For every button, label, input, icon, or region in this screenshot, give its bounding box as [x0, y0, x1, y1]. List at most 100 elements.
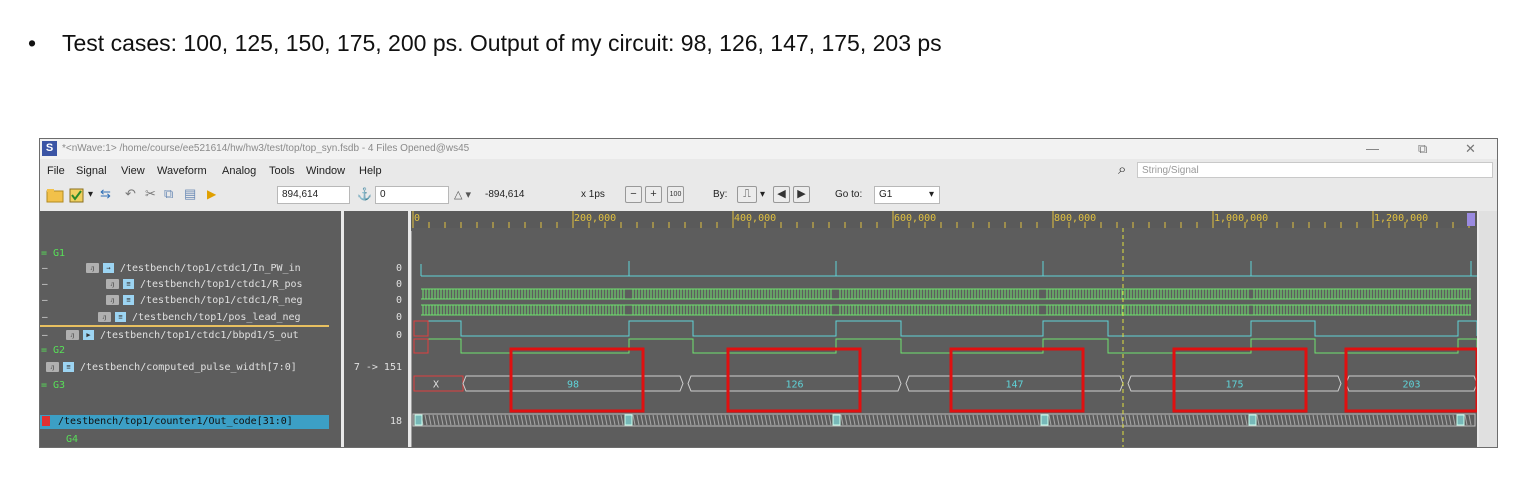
pointer-icon[interactable]: ▶ [207, 187, 216, 201]
out-code-transition [544, 414, 548, 426]
chevron-down-icon: ▾ [928, 189, 934, 200]
out-code-marker [1248, 414, 1257, 426]
menu-view[interactable]: View [121, 165, 145, 177]
out-code-transition [704, 414, 708, 426]
menu-signal[interactable]: Signal [76, 165, 107, 177]
out-code-marker [624, 414, 633, 426]
out-code-transition [1340, 414, 1344, 426]
cut-icon[interactable]: ✂ [145, 186, 156, 202]
signal-row[interactable]: ԓ ≡ /testbench/computed_pulse_width[7:0] [46, 362, 297, 373]
signal-row[interactable]: ԓ ≡ /testbench/top1/ctdc1/R_neg [106, 295, 303, 306]
search-by-dropdown-icon[interactable]: ▾ [760, 189, 765, 200]
cursor-time-field[interactable]: 894,614 [277, 186, 350, 204]
dropdown-arrow-icon[interactable]: ▾ [88, 189, 93, 200]
menu-waveform[interactable]: Waveform [157, 165, 207, 177]
marker-icon[interactable]: ⚓ [357, 187, 372, 201]
out-code-transition [948, 414, 952, 426]
out-code-transition [1380, 414, 1384, 426]
out-code-transition [912, 414, 916, 426]
search-prev-icon[interactable]: ◀ [773, 186, 790, 203]
out-code-transition [604, 414, 608, 426]
out-code-transition [492, 414, 496, 426]
out-code-transition [708, 414, 712, 426]
search-input[interactable]: String/Signal [1137, 162, 1493, 178]
wave-s-out-unknown [413, 338, 429, 354]
marker-time-field[interactable]: 0 [375, 186, 449, 204]
out-code-transition [1176, 414, 1180, 426]
out-code-transition [1344, 414, 1348, 426]
out-code-transition [1316, 414, 1320, 426]
out-code-transition [988, 414, 992, 426]
signal-row[interactable]: ԓ ▶ /testbench/top1/ctdc1/bbpd1/S_out [66, 330, 299, 341]
input-port-icon: → [103, 263, 114, 273]
menu-help[interactable]: Help [359, 165, 382, 177]
out-code-transition [984, 414, 988, 426]
zoom-in-icon[interactable]: + [645, 186, 662, 203]
search-next-icon[interactable]: ▶ [793, 186, 810, 203]
out-code-transition [1260, 414, 1264, 426]
signal-value: 7 -> 151 [353, 362, 402, 373]
zoom-fit-icon[interactable]: 100 [667, 186, 684, 203]
tree-dash: – [42, 330, 48, 341]
group-g1[interactable]: = G1 [41, 248, 65, 259]
menu-window[interactable]: Window [306, 165, 345, 177]
waveform-pane[interactable]: 0 200,000 400,000 600,000 800,000 1,000,000 1,… [411, 211, 1477, 447]
out-code-transition [816, 414, 820, 426]
out-code-transition [1324, 414, 1328, 426]
close-button[interactable]: ✕ [1465, 141, 1476, 157]
out-code-transition [1236, 414, 1240, 426]
out-code-transition [1224, 414, 1228, 426]
out-code-transition [1032, 414, 1036, 426]
out-code-transition [616, 414, 620, 426]
ruler-label: 400,000 [734, 213, 776, 224]
out-code-transition [1332, 414, 1336, 426]
menu-file[interactable]: File [47, 165, 65, 177]
out-code-transition [1288, 414, 1292, 426]
out-code-transition [1172, 414, 1176, 426]
signal-row[interactable]: ԓ ≡ /testbench/top1/pos_lead_neg [98, 312, 301, 323]
waveform-canvas[interactable]: 0 200,000 400,000 600,000 800,000 1,000,000 1,… [411, 211, 1477, 447]
out-code-transition [660, 414, 664, 426]
out-code-transition [792, 414, 796, 426]
out-code-transition [668, 414, 672, 426]
group-g4[interactable]: G4 [66, 434, 78, 445]
out-code-transition [1200, 414, 1204, 426]
search-by-icon[interactable]: ⎍ [737, 186, 757, 203]
copy-icon[interactable]: ⧉ [164, 186, 173, 202]
out-code-transition [1016, 414, 1020, 426]
open-folder-icon[interactable] [46, 187, 64, 204]
bus-icon: ≡ [63, 362, 74, 372]
out-code-transition [496, 414, 500, 426]
out-code-transition [1412, 414, 1416, 426]
out-code-transition [464, 414, 468, 426]
undo-icon[interactable]: ↶ [125, 186, 136, 202]
bus-value: X [433, 380, 439, 391]
goto-select[interactable]: G1 ▾ [874, 186, 940, 204]
paste-icon[interactable]: ▤ [184, 186, 196, 202]
nwave-window: S *<nWave:1> /home/course/ee521614/hw/hw… [39, 138, 1498, 448]
time-scale: x 1ps [581, 189, 605, 200]
out-code-transition [472, 414, 476, 426]
wave-s-out [421, 338, 1477, 354]
out-code-transition [992, 414, 996, 426]
group-g2[interactable]: = G2 [41, 345, 65, 356]
vertical-scrollbar[interactable] [1479, 211, 1497, 447]
signal-row[interactable]: ԓ → /testbench/top1/ctdc1/In_PW_in [86, 263, 301, 274]
out-code-transition [432, 414, 436, 426]
delta-icon: △ ▾ [454, 189, 472, 201]
checkbox-icon[interactable] [68, 187, 86, 204]
signal-row-selected[interactable]: /testbench/top1/counter1/Out_code[31:0] [42, 416, 293, 427]
menu-tools[interactable]: Tools [269, 165, 295, 177]
menu-analog[interactable]: Analog [222, 165, 256, 177]
minimize-button[interactable]: — [1366, 141, 1379, 156]
hierarchy-icon[interactable]: ⇆ [100, 186, 111, 202]
restore-button[interactable]: ⧉ [1418, 141, 1427, 157]
signal-path: /testbench/computed_pulse_width[7:0] [80, 362, 297, 373]
out-code-transition [1136, 414, 1140, 426]
signal-row[interactable]: ԓ ≡ /testbench/top1/ctdc1/R_pos [106, 279, 303, 290]
out-code-transition [1360, 414, 1364, 426]
out-code-transition [580, 414, 584, 426]
group-g3[interactable]: = G3 [41, 380, 65, 391]
out-code-transition [1068, 414, 1072, 426]
zoom-out-icon[interactable]: − [625, 186, 642, 203]
